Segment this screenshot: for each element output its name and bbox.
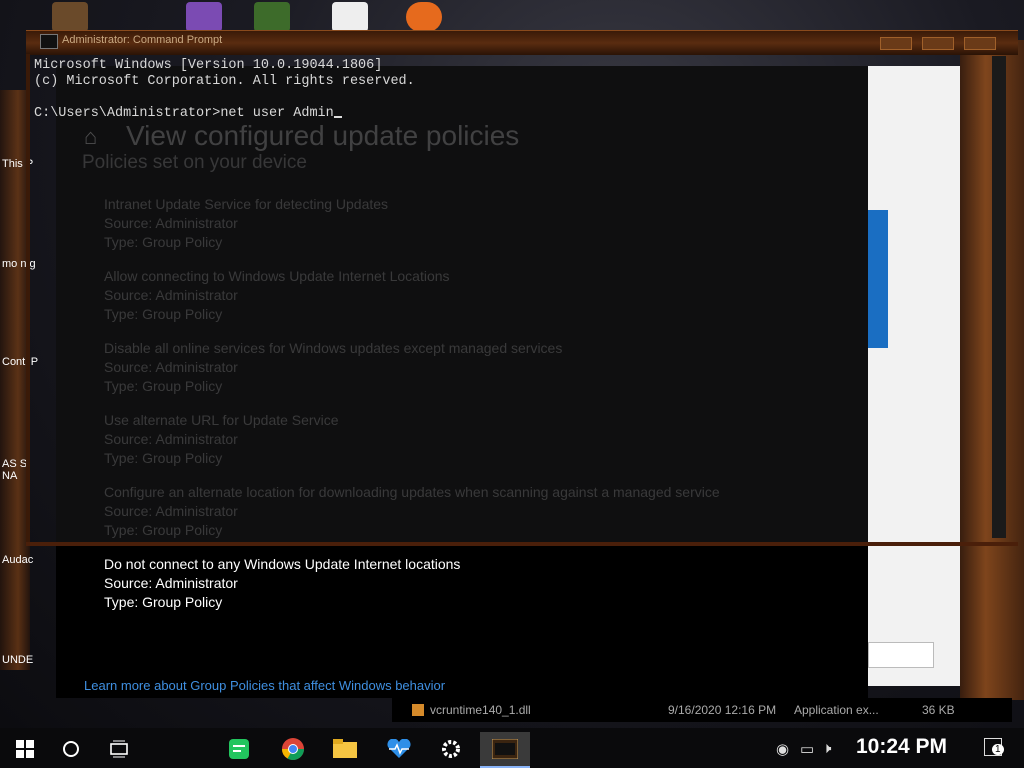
console-line: C:\Users\Administrator>net user Admin: [34, 106, 342, 122]
search-icon[interactable]: [58, 736, 84, 762]
policy-type: Type: Group Policy: [104, 594, 223, 610]
cmd-console[interactable]: Microsoft Windows [Version 10.0.19044.18…: [26, 54, 866, 544]
health-icon[interactable]: [386, 736, 412, 762]
cmd-window-icon[interactable]: [40, 34, 58, 49]
notes-icon[interactable]: [226, 736, 252, 762]
notification-badge: 1: [992, 744, 1004, 755]
file-explorer-icon[interactable]: [332, 736, 358, 762]
notification-center-icon[interactable]: 1: [984, 738, 1004, 760]
minimize-button[interactable]: [880, 37, 912, 50]
close-button[interactable]: [964, 37, 996, 50]
desktop-icon-label: Audac: [2, 554, 34, 566]
file-type: Application ex...: [794, 703, 879, 717]
cmd-icon[interactable]: [492, 736, 518, 762]
task-view-icon[interactable]: [106, 736, 132, 762]
settings-icon[interactable]: [438, 736, 464, 762]
desktop-icon-6[interactable]: UNDE: [2, 654, 58, 666]
desktop-icon-label: AS S NA: [2, 458, 28, 482]
desktop-firefox-icon[interactable]: [406, 2, 442, 32]
console-line: (c) Microsoft Corporation. All rights re…: [34, 74, 415, 89]
desktop-clock-icon[interactable]: [52, 2, 88, 32]
cmd-scrollbar[interactable]: [992, 56, 1006, 538]
tray-app-icon[interactable]: ◉: [776, 740, 789, 758]
desktop-swf-file-icon[interactable]: [332, 2, 368, 32]
desktop-visual-studio-icon[interactable]: [186, 2, 222, 32]
file-size: 36 KB: [922, 703, 955, 717]
cmd-window-title: Administrator: Command Prompt: [62, 34, 223, 46]
volume-muted-icon[interactable]: 🕨: [822, 740, 831, 757]
background-window-accent: [868, 210, 888, 348]
start-icon[interactable]: [12, 736, 38, 762]
learn-more-link[interactable]: Learn more about Group Policies that aff…: [84, 678, 445, 693]
background-window: [858, 66, 960, 686]
network-icon[interactable]: ▭: [800, 740, 814, 758]
file-name: vcruntime140_1.dll: [430, 703, 531, 717]
text-cursor: [333, 116, 342, 118]
file-icon: [412, 704, 424, 716]
console-line: Microsoft Windows [Version 10.0.19044.18…: [34, 58, 383, 73]
desktop-icon-label: UNDE: [2, 654, 34, 666]
policy-name: Do not connect to any Windows Update Int…: [104, 556, 461, 572]
desktop-icon-audacity[interactable]: Audac: [2, 554, 58, 566]
desktop-green-app-icon[interactable]: [254, 2, 290, 32]
maximize-button[interactable]: [922, 37, 954, 50]
background-window-field[interactable]: [868, 642, 934, 668]
policy-item: Do not connect to any Windows Update Int…: [104, 555, 460, 612]
explorer-file-row[interactable]: vcruntime140_1.dll 9/16/2020 12:16 PM Ap…: [392, 698, 1012, 722]
policy-source: Source: Administrator: [104, 575, 238, 591]
file-date: 9/16/2020 12:16 PM: [668, 703, 777, 717]
taskbar-clock[interactable]: 10:24 PM: [856, 735, 947, 759]
console-prompt: C:\Users\Administrator>net user Admin: [34, 106, 334, 121]
chrome-icon[interactable]: [280, 736, 306, 762]
